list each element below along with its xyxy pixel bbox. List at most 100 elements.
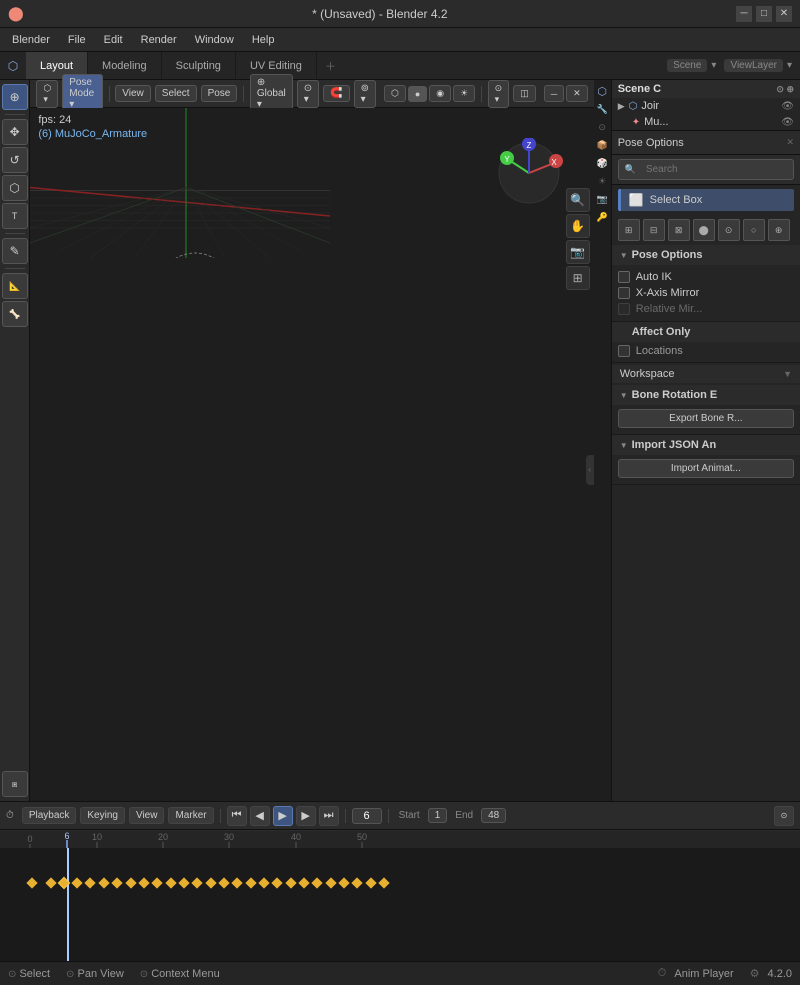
rotate-tool[interactable]: ↺ [2,147,28,173]
timeline-tracks[interactable] [0,848,800,961]
bone-tool[interactable]: 🦴 [2,301,28,327]
jump-start-button[interactable]: ⏮ [227,806,247,826]
grab-tool-btn[interactable]: ✋ [566,214,590,238]
solid-shade[interactable]: ● [408,86,427,102]
measure-tool[interactable]: 📐 [2,273,28,299]
sync-button[interactable]: ⊙ [774,806,794,826]
select-menu[interactable]: Select [155,85,197,102]
annotate-tool[interactable]: ✎ [2,238,28,264]
select-box-button[interactable]: ⬜ Select Box [618,189,794,211]
prev-frame-button[interactable]: ◀ [250,806,270,826]
visibility-icon[interactable]: 👁 [781,101,794,112]
editor-type-button[interactable]: ⬡ ▾ [36,80,58,108]
xray-toggle[interactable]: ◫ [513,85,536,102]
workspace-row[interactable]: Workspace ▼ [612,365,800,383]
panel-icon-1[interactable]: ⬡ [595,84,609,98]
tool-icon-3[interactable]: ⊠ [668,219,690,241]
transform-tool[interactable]: T [2,203,28,229]
tab-sculpting[interactable]: Sculpting [162,52,236,79]
viewport[interactable]: fps: 24 (6) MuJoCo_Armature X Y [30,108,593,801]
end-frame-value[interactable]: 48 [481,808,506,823]
next-frame-button[interactable]: ▶ [296,806,316,826]
settings-icon[interactable]: ⚙ [750,967,760,980]
x-axis-mirror-checkbox[interactable] [618,287,630,299]
playback-menu[interactable]: Playback [22,807,77,824]
svg-text:40: 40 [291,832,301,842]
proportional-edit[interactable]: ⊚ ▾ [354,80,376,108]
x-axis-mirror-row[interactable]: X-Axis Mirror [618,285,794,301]
locations-checkbox[interactable] [618,345,630,357]
menu-help[interactable]: Help [244,32,283,48]
scene-row-join[interactable]: ▶ ⬡ Joir 👁 [612,98,800,114]
camera-tool-btn[interactable]: 📷 [566,240,590,264]
select-tool[interactable]: ⊕ [2,84,28,110]
scene-selector[interactable]: Scene [667,59,707,72]
menu-edit[interactable]: Edit [96,32,131,48]
menu-window[interactable]: Window [187,32,242,48]
pivot-point[interactable]: ⊙ ▾ [297,80,319,108]
current-frame-display[interactable]: 6 [352,808,382,824]
tab-add[interactable]: ＋ [317,52,344,79]
start-frame-value[interactable]: 1 [428,808,448,823]
scale-tool[interactable]: ⬡ [2,175,28,201]
menu-blender[interactable]: Blender [4,32,58,48]
panel-icon-5[interactable]: 🎲 [595,156,609,170]
wireframe-shade[interactable]: ⬡ [384,85,406,102]
bone-rotation-section: ▼ Bone Rotation E Export Bone R... [612,385,800,435]
move-tool[interactable]: ✥ [2,119,28,145]
material-shade[interactable]: ◉ [429,85,451,102]
auto-ik-row[interactable]: Auto IK [618,269,794,285]
panel-icon-8[interactable]: 🔑 [595,210,609,224]
tool-icon-1[interactable]: ⊞ [618,219,640,241]
menu-render[interactable]: Render [133,32,185,48]
grid-tool-btn[interactable]: ⊞ [566,266,590,290]
import-anim-button[interactable]: Import Animat... [618,459,794,478]
relative-mirror-checkbox[interactable] [618,303,630,315]
locations-row[interactable]: Locations [618,344,794,358]
export-bone-button[interactable]: Export Bone R... [618,409,794,428]
pose-menu[interactable]: Pose [201,85,238,102]
panel-search-container: 🔍 [612,155,800,185]
bone-rotation-header[interactable]: ▼ Bone Rotation E [612,385,800,405]
snapping[interactable]: 🧲 [323,85,349,102]
viewport-header-minus[interactable]: ─ [544,85,564,102]
menu-file[interactable]: File [60,32,94,48]
panel-icon-2[interactable]: 🔧 [595,102,609,116]
viewport-header-close[interactable]: ✕ [566,85,588,102]
panel-icon-4[interactable]: 📦 [595,138,609,152]
tool-icon-2[interactable]: ⊟ [643,219,665,241]
viewport-gizmo[interactable]: X Y Z [494,138,564,208]
tool-icon-7[interactable]: ⊕ [768,219,790,241]
transform-pivot[interactable]: ⧆ [2,771,28,797]
affect-only-header[interactable]: Affect Only [612,322,800,342]
viewport-overlay[interactable]: ⊙ ▾ [488,80,510,108]
tool-icon-4[interactable]: ⬤ [693,219,715,241]
jump-end-button[interactable]: ⏭ [319,806,339,826]
close-button[interactable]: ✕ [776,6,792,22]
scene-join-icon: ⬡ [629,101,638,112]
scene-row-mujoco[interactable]: ✦ Mu... 👁 [612,114,800,130]
import-json-header[interactable]: ▼ Import JSON An [612,435,800,455]
marker-menu[interactable]: Marker [168,807,213,824]
maximize-button[interactable]: □ [756,6,772,22]
rendered-shade[interactable]: ☀ [453,85,475,102]
panel-icon-7[interactable]: 📷 [595,192,609,206]
zoom-in-btn[interactable]: 🔍 [566,188,590,212]
minimize-button[interactable]: ─ [736,6,752,22]
visibility-icon-2[interactable]: 👁 [781,117,794,128]
viewlayer-selector[interactable]: ViewLayer [724,59,783,72]
auto-ik-checkbox[interactable] [618,271,630,283]
pose-options-header[interactable]: ▼ Pose Options [612,245,800,265]
viewport-collapse-handle[interactable]: ‹ [586,455,594,485]
panel-close[interactable]: ✕ [786,137,794,148]
search-input[interactable] [640,162,787,177]
view-menu[interactable]: View [115,85,151,102]
panel-icon-3[interactable]: ⊙ [595,120,609,134]
relative-mirror-row[interactable]: Relative Mir... [618,301,794,317]
keying-menu[interactable]: Keying [80,807,125,824]
view-menu-tl[interactable]: View [129,807,165,824]
tool-icon-6[interactable]: ○ [743,219,765,241]
play-button[interactable]: ▶ [273,806,293,826]
panel-icon-6[interactable]: ☀ [595,174,609,188]
tool-icon-5[interactable]: ⊙ [718,219,740,241]
